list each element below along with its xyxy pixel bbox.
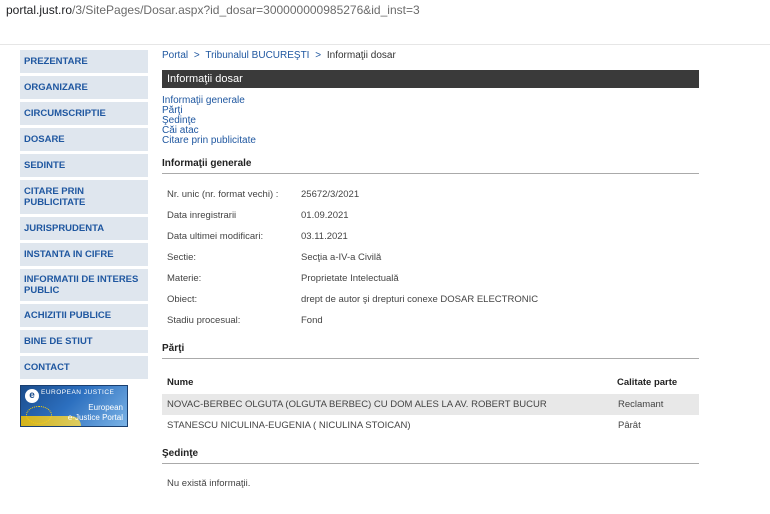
info-value: 03.11.2021: [301, 231, 348, 242]
sidebar-item-informatii-interes-public[interactable]: INFORMATII DE INTERES PUBLIC: [20, 269, 148, 301]
info-value: Fond: [301, 315, 323, 326]
ejustice-logo-icon: e: [25, 389, 39, 403]
section-heading-parti: Părţi: [162, 343, 699, 359]
browser-address-bar[interactable]: portal.just.ro/3/SitePages/Dosar.aspx?id…: [0, 0, 770, 45]
banner-line1: EUROPEAN JUSTICE: [41, 389, 115, 396]
sidebar-item-organizare[interactable]: ORGANIZARE: [20, 76, 148, 99]
info-label: Stadiu procesual:: [167, 315, 241, 326]
url-text[interactable]: portal.just.ro/3/SitePages/Dosar.aspx?id…: [6, 3, 420, 17]
table-row: NOVAC-BERBEC OLGUTA (OLGUTA BERBEC) CU D…: [162, 394, 699, 415]
quick-links: Informaţii generale Părţi Şedinţe Căi at…: [162, 96, 699, 146]
column-header-calitate: Calitate parte: [617, 377, 678, 388]
breadcrumb-separator: >: [315, 50, 322, 61]
breadcrumb-current: Informaţii dosar: [326, 50, 396, 61]
sidebar-item-sedinte[interactable]: SEDINTE: [20, 154, 148, 177]
party-name: NOVAC-BERBEC OLGUTA (OLGUTA BERBEC) CU D…: [167, 399, 547, 410]
info-label: Sectie:: [167, 252, 197, 263]
column-header-nume: Nume: [167, 377, 194, 388]
section-heading-informatii-generale: Informaţii generale: [162, 158, 699, 174]
table-row: STANESCU NICULINA-EUGENIA ( NICULINA STO…: [162, 415, 699, 436]
link-informatii-generale[interactable]: Informaţii generale: [162, 96, 699, 106]
banner-line2: European: [88, 403, 123, 412]
party-role: Pârât: [618, 420, 641, 431]
party-name: STANESCU NICULINA-EUGENIA ( NICULINA STO…: [167, 420, 411, 431]
info-row: Stadiu procesual: Fond: [162, 310, 699, 331]
info-label: Nr. unic (nr. format vechi) :: [167, 189, 279, 200]
info-row: Data inregistrarii 01.09.2021: [162, 205, 699, 226]
info-label: Data ultimei modificari:: [167, 231, 264, 242]
banner-line3: e-Justice Portal: [67, 413, 123, 422]
sidebar-item-citare[interactable]: CITARE PRIN PUBLICITATE: [20, 180, 148, 214]
info-value: Proprietate Intelectuală: [301, 273, 399, 284]
sidebar-item-jurisprudenta[interactable]: JURISPRUDENTA: [20, 217, 148, 240]
info-row: Obiect: drept de autor şi drepturi conexe…: [162, 289, 699, 310]
breadcrumb-portal-link[interactable]: Portal: [162, 50, 188, 61]
info-value: 25672/3/2021: [301, 189, 360, 200]
info-label: Data inregistrarii: [167, 210, 237, 221]
info-label: Materie:: [167, 273, 202, 284]
info-value: Secţia a-IV-a Civilă: [301, 252, 382, 263]
sedinte-empty-note: Nu există informaţii.: [167, 478, 251, 489]
sidebar-nav: PREZENTARE ORGANIZARE CIRCUMSCRIPTIE DOS…: [20, 50, 148, 427]
sidebar-item-achizitii-publice[interactable]: ACHIZITII PUBLICE: [20, 304, 148, 327]
info-value: 01.09.2021: [301, 210, 349, 221]
section-heading-sedinte: Şedinţe: [162, 448, 699, 464]
sidebar-item-contact[interactable]: CONTACT: [20, 356, 148, 379]
info-row: Materie: Proprietate Intelectuală: [162, 268, 699, 289]
table-header: Nume Calitate parte: [162, 371, 699, 394]
info-row: Data ultimei modificari: 03.11.2021: [162, 226, 699, 247]
info-row: Sectie: Secţia a-IV-a Civilă: [162, 247, 699, 268]
general-info-list: Nr. unic (nr. format vechi) : 25672/3/202…: [162, 184, 699, 331]
url-path: /3/SitePages/Dosar.aspx?id_dosar=3000000…: [72, 3, 420, 17]
info-label: Obiect:: [167, 294, 198, 305]
breadcrumb-separator: >: [193, 50, 200, 61]
sidebar-item-instanta-in-cifre[interactable]: INSTANTA IN CIFRE: [20, 243, 148, 266]
info-row: Nr. unic (nr. format vechi) : 25672/3/202…: [162, 184, 699, 205]
link-sedinte[interactable]: Şedinţe: [162, 116, 699, 126]
sidebar-item-dosare[interactable]: DOSARE: [20, 128, 148, 151]
link-parti[interactable]: Părţi: [162, 106, 699, 116]
sidebar-item-prezentare[interactable]: PREZENTARE: [20, 50, 148, 73]
link-citare-prin-publicitate[interactable]: Citare prin publicitate: [162, 136, 699, 146]
party-role: Reclamant: [618, 399, 664, 410]
sidebar-item-bine-de-stiut[interactable]: BINE DE STIUT: [20, 330, 148, 353]
page-title: Informaţii dosar: [162, 70, 699, 88]
main-content: Portal > Tribunalul BUCUREŞTI > Informaţ…: [162, 50, 699, 489]
sidebar-item-circumscriptie[interactable]: CIRCUMSCRIPTIE: [20, 102, 148, 125]
url-host: portal.just.ro: [6, 3, 73, 17]
breadcrumb: Portal > Tribunalul BUCUREŞTI > Informaţ…: [162, 50, 699, 64]
info-value: drept de autor şi drepturi conexe DOSAR …: [301, 294, 539, 305]
parti-table: Nume Calitate parte NOVAC-BERBEC OLGUTA …: [162, 371, 699, 436]
ejustice-portal-banner[interactable]: e EUROPEAN JUSTICE European e-Justice Po…: [20, 385, 128, 427]
breadcrumb-tribunal-link[interactable]: Tribunalul BUCUREŞTI: [205, 50, 309, 61]
